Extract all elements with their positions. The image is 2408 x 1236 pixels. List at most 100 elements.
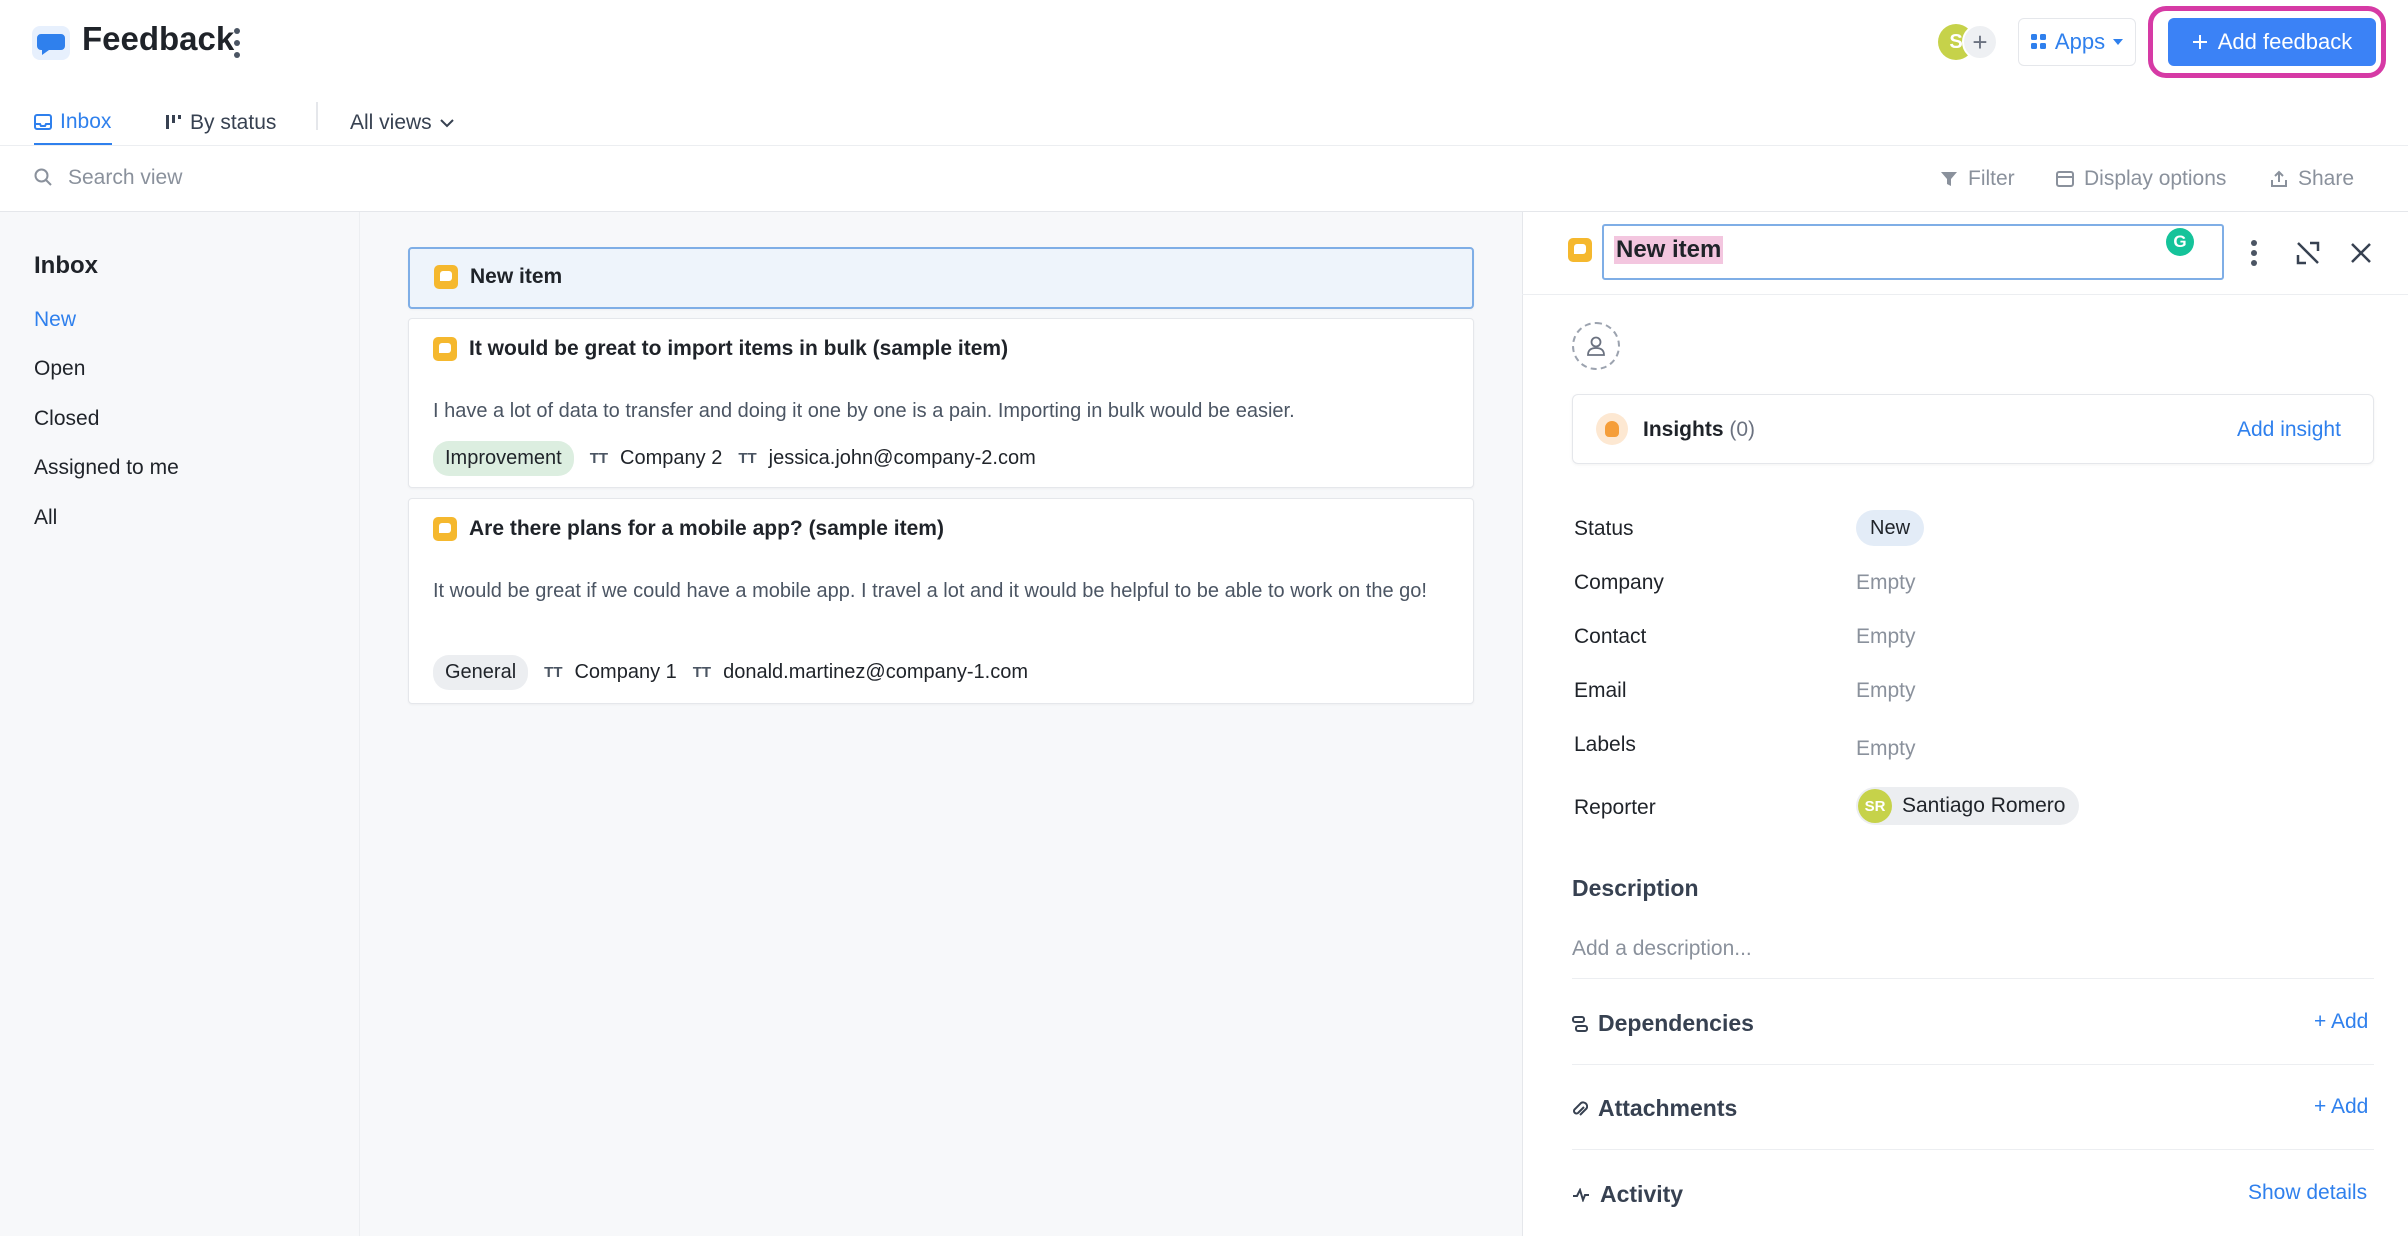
- tab-inbox-label: Inbox: [60, 109, 112, 133]
- item-company: Company 1: [574, 661, 677, 683]
- dependencies-section: Dependencies: [1572, 1010, 1754, 1037]
- feedback-item-icon: [434, 265, 458, 289]
- caret-down-icon: [2113, 39, 2124, 45]
- filter-label: Filter: [1968, 167, 2015, 190]
- tab-by-status[interactable]: By status: [166, 100, 276, 146]
- activity-section: Activity: [1572, 1181, 1683, 1208]
- labels-value[interactable]: Empty: [1856, 737, 1916, 761]
- paperclip-icon: [1573, 1100, 1588, 1116]
- lightbulb-icon: [1596, 413, 1628, 445]
- reporter-label: Reporter: [1574, 796, 1656, 819]
- app-menu-kebab-icon[interactable]: [232, 28, 242, 58]
- sidebar-title: Inbox: [34, 252, 98, 279]
- add-insight-link[interactable]: Add insight: [2237, 418, 2341, 442]
- reporter-chip[interactable]: SR Santiago Romero: [1856, 787, 2080, 825]
- share-icon: [2271, 170, 2287, 187]
- activity-icon: [1573, 1187, 1589, 1202]
- feedback-app-icon: [32, 26, 70, 60]
- item-title: New item: [470, 265, 563, 288]
- feedback-item-icon: [433, 517, 457, 541]
- add-feedback-button[interactable]: Add feedback: [2168, 18, 2376, 66]
- add-member-plus-icon[interactable]: +: [1962, 24, 1998, 60]
- all-views-label: All views: [350, 111, 432, 134]
- insights-label: Insights: [1643, 418, 1724, 441]
- text-field-icon: TT: [589, 450, 609, 467]
- email-label: Email: [1574, 679, 1627, 702]
- section-divider: [1572, 1149, 2374, 1150]
- detail-panel: [1522, 212, 2408, 1236]
- list-item[interactable]: It would be great to import items in bul…: [408, 318, 1474, 488]
- plus-icon: [2192, 35, 2207, 49]
- sidebar-item-open[interactable]: Open: [34, 357, 85, 381]
- tab-inbox[interactable]: Inbox: [34, 100, 112, 146]
- company-label: Company: [1574, 571, 1664, 594]
- grammarly-icon[interactable]: G: [2166, 228, 2194, 256]
- sidebar-item-new[interactable]: New: [34, 308, 76, 332]
- insights-count: (0): [1729, 418, 1756, 441]
- dependencies-label: Dependencies: [1598, 1010, 1754, 1036]
- status-label: Status: [1574, 517, 1634, 540]
- display-options-button[interactable]: Display options: [2056, 164, 2226, 194]
- show-details-link[interactable]: Show details: [2248, 1181, 2367, 1205]
- share-label: Share: [2298, 167, 2355, 190]
- feedback-item-icon: [433, 337, 457, 361]
- item-company: Company 2: [620, 447, 723, 469]
- sidebar-item-assigned-to-me[interactable]: Assigned to me: [34, 456, 179, 480]
- status-badge[interactable]: New: [1856, 510, 1925, 546]
- share-button[interactable]: Share: [2270, 164, 2354, 194]
- add-feedback-label: Add feedback: [2217, 29, 2353, 54]
- dependencies-icon: [1572, 1015, 1588, 1032]
- reporter-name: Santiago Romero: [1902, 794, 2066, 817]
- detail-title[interactable]: New item: [1614, 236, 1724, 264]
- sidebar-item-all[interactable]: All: [34, 506, 57, 530]
- attachments-label: Attachments: [1598, 1095, 1738, 1121]
- email-value[interactable]: Empty: [1856, 679, 1916, 703]
- apps-label: Apps: [2054, 29, 2106, 54]
- inbox-icon: [34, 113, 52, 130]
- list-item[interactable]: New item: [408, 247, 1474, 309]
- tab-divider: [316, 102, 318, 130]
- section-divider: [1572, 1064, 2374, 1065]
- list-item[interactable]: Are there plans for a mobile app? (sampl…: [408, 498, 1474, 704]
- item-title: Are there plans for a mobile app? (sampl…: [469, 517, 944, 540]
- text-field-icon: TT: [692, 664, 712, 681]
- filter-icon: [1941, 172, 1957, 186]
- item-description: It would be great if we could have a mob…: [433, 580, 1427, 602]
- tabs-divider: [0, 145, 2408, 146]
- expand-icon[interactable]: [2296, 241, 2320, 265]
- chevron-down-icon: [439, 118, 454, 127]
- item-tag[interactable]: General: [433, 655, 529, 690]
- activity-label: Activity: [1600, 1181, 1684, 1207]
- sidebar-item-closed[interactable]: Closed: [34, 407, 99, 431]
- item-email: jessica.john@company-2.com: [768, 447, 1036, 469]
- tab-by-status-label: By status: [190, 111, 277, 134]
- reporter-avatar: SR: [1858, 789, 1892, 823]
- display-options-label: Display options: [2084, 167, 2227, 190]
- detail-menu-kebab-icon[interactable]: [2249, 240, 2259, 266]
- display-options-icon: [2056, 171, 2074, 187]
- section-divider: [1572, 978, 2374, 979]
- description-input[interactable]: Add a description...: [1572, 937, 1752, 961]
- search-icon: [34, 168, 52, 186]
- contact-value[interactable]: Empty: [1856, 625, 1916, 649]
- detail-header-divider: [1522, 294, 2408, 295]
- company-value[interactable]: Empty: [1856, 571, 1916, 595]
- item-title: It would be great to import items in bul…: [469, 337, 1009, 360]
- all-views-dropdown[interactable]: All views: [350, 100, 454, 146]
- apps-button[interactable]: Apps: [2018, 18, 2136, 66]
- assignee-placeholder-avatar[interactable]: [1572, 322, 1620, 370]
- close-icon[interactable]: [2350, 242, 2372, 264]
- labels-label: Labels: [1574, 733, 1636, 756]
- attachments-section: Attachments: [1572, 1095, 1737, 1122]
- board-icon: [166, 115, 181, 129]
- grid-icon: [2030, 34, 2046, 49]
- add-attachment-link[interactable]: + Add: [2314, 1095, 2368, 1119]
- item-tag[interactable]: Improvement: [433, 441, 574, 476]
- search-input[interactable]: [68, 160, 468, 196]
- filter-button[interactable]: Filter: [1940, 164, 2015, 194]
- text-field-icon: TT: [738, 450, 757, 467]
- insights-heading: Insights (0): [1643, 418, 1755, 442]
- app-title: Feedback: [82, 20, 235, 57]
- add-dependency-link[interactable]: + Add: [2314, 1010, 2368, 1034]
- contact-label: Contact: [1574, 625, 1647, 648]
